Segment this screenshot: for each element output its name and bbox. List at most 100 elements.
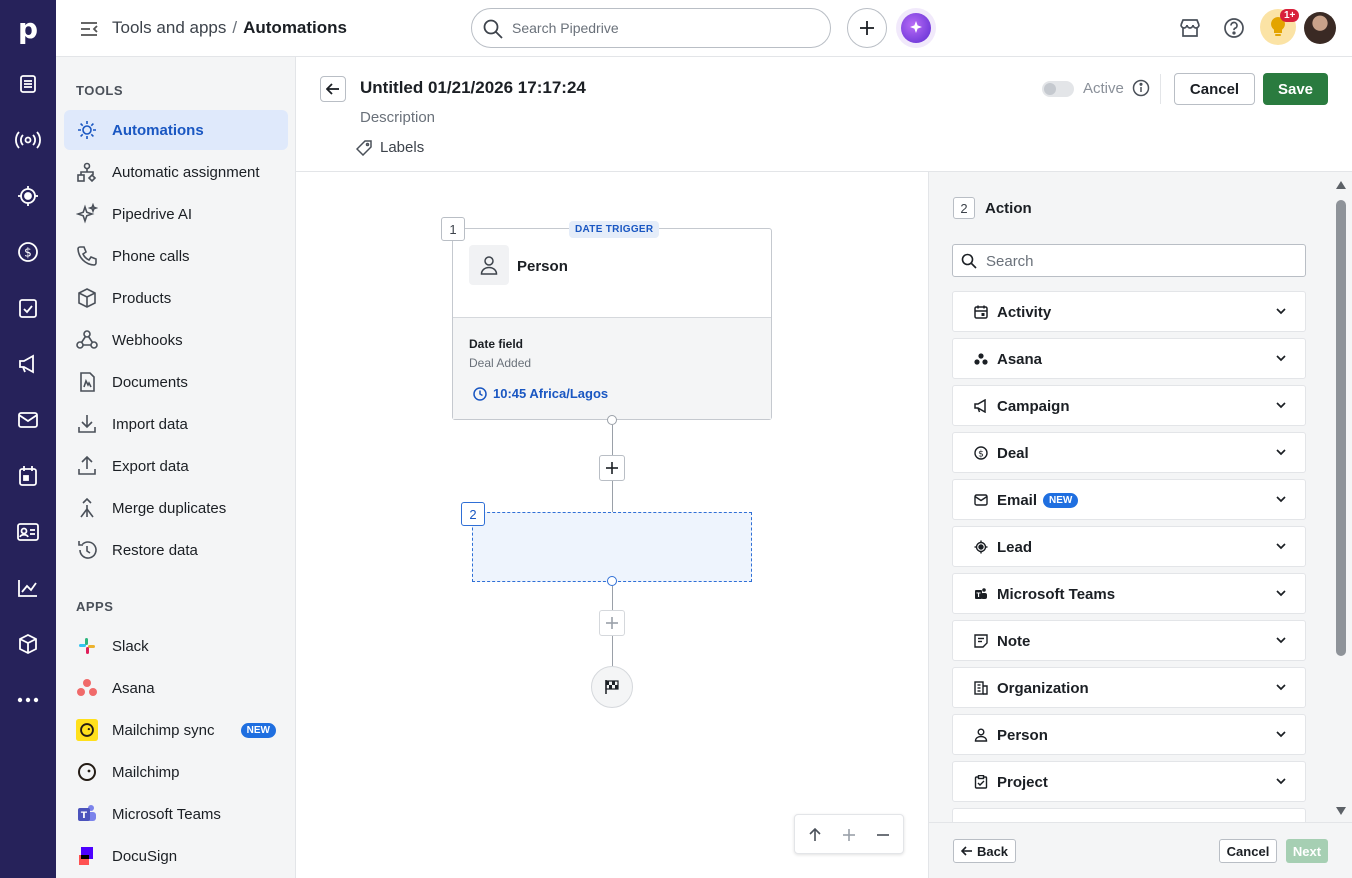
contacts-icon[interactable] <box>14 518 42 546</box>
campaigns-icon[interactable] <box>14 350 42 378</box>
sidebar-item-documents[interactable]: Documents <box>64 362 288 402</box>
action-item-lead[interactable]: Lead <box>952 526 1306 567</box>
trigger-card[interactable]: Person Date field Deal Added 10:45 Afric… <box>452 228 772 420</box>
labels-button[interactable]: Labels <box>356 139 424 156</box>
action-item-label: Activity <box>997 304 1052 321</box>
add-step-button-disabled[interactable] <box>599 610 625 636</box>
panel-cancel-button[interactable]: Cancel <box>1219 839 1277 863</box>
sidebar-item-restore-data[interactable]: Restore data <box>64 530 288 570</box>
sidebar-item-slack[interactable]: Slack <box>64 626 288 666</box>
action-item-microsoft-teams[interactable]: T Microsoft Teams <box>952 573 1306 614</box>
target-icon[interactable] <box>14 182 42 210</box>
sidebar-item-automations[interactable]: Automations <box>64 110 288 150</box>
add-step-button[interactable] <box>599 455 625 481</box>
calendar-icon[interactable] <box>14 462 42 490</box>
chevron-down-icon <box>1276 355 1286 362</box>
teams-icon: T <box>76 803 98 825</box>
action-item-campaign[interactable]: Campaign <box>952 385 1306 426</box>
asana-icon <box>973 351 989 367</box>
arrow-left-icon <box>960 846 972 856</box>
workflow-canvas[interactable]: Person Date field Deal Added 10:45 Afric… <box>296 172 928 878</box>
cancel-button[interactable]: Cancel <box>1174 73 1255 105</box>
action-item-asana[interactable]: Asana <box>952 338 1306 379</box>
action-search-input[interactable]: Search <box>952 244 1306 277</box>
active-toggle[interactable] <box>1042 81 1074 97</box>
sidebar-item-mailchimp[interactable]: Mailchimp <box>64 752 288 792</box>
back-button[interactable]: Back <box>953 839 1016 863</box>
action-item-organization[interactable]: Organization <box>952 667 1306 708</box>
mail-icon[interactable] <box>14 406 42 434</box>
sidebar-item-pipedrive-ai[interactable]: Pipedrive AI <box>64 194 288 234</box>
action-item-note[interactable]: Note <box>952 620 1306 661</box>
sidebar-item-automatic-assignment[interactable]: Automatic assignment <box>64 152 288 192</box>
back-button[interactable] <box>320 76 346 102</box>
leads-icon[interactable] <box>14 70 42 98</box>
sidebar-item-label: Export data <box>112 458 189 475</box>
products-icon[interactable] <box>14 630 42 658</box>
pipedrive-logo[interactable]: p <box>0 0 56 56</box>
sidebar-item-label: Restore data <box>112 542 198 559</box>
breadcrumb-parent[interactable]: Tools and apps <box>112 18 226 37</box>
chevron-down-icon <box>1276 449 1286 456</box>
action-item-deal[interactable]: $ Deal <box>952 432 1306 473</box>
connector-line <box>612 636 613 666</box>
action-search-placeholder: Search <box>986 253 1034 270</box>
automation-title[interactable]: Untitled 01/21/2026 17:17:24 <box>360 78 586 98</box>
scroll-down-icon[interactable] <box>1335 806 1347 816</box>
action-panel: 2 Action Search Activity Asana Campaign … <box>928 172 1352 878</box>
sidebar-item-merge-duplicates[interactable]: Merge duplicates <box>64 488 288 528</box>
quick-add-button[interactable] <box>847 8 887 48</box>
sidebar-item-docusign[interactable]: DocuSign <box>64 836 288 876</box>
sidebar-item-import-data[interactable]: Import data <box>64 404 288 444</box>
marketplace-icon[interactable] <box>1178 16 1202 40</box>
dollar-icon: $ <box>973 445 989 461</box>
zoom-out-icon[interactable] <box>873 825 893 845</box>
action-placeholder[interactable] <box>472 512 752 582</box>
new-badge: NEW <box>1043 493 1079 508</box>
ai-assistant-button[interactable] <box>896 8 936 48</box>
tasks-icon[interactable] <box>14 294 42 322</box>
scrollbar-thumb[interactable] <box>1336 200 1346 656</box>
automations-icon <box>76 119 98 141</box>
deals-icon[interactable]: $ <box>14 238 42 266</box>
sidebar-item-mailchimp-sync[interactable]: Mailchimp sync NEW <box>64 710 288 750</box>
phone-icon <box>76 245 98 267</box>
description-field[interactable]: Description <box>360 109 435 126</box>
insights-icon[interactable] <box>14 574 42 602</box>
avatar[interactable] <box>1304 12 1336 44</box>
sidebar-item-phone-calls[interactable]: Phone calls <box>64 236 288 276</box>
help-icon[interactable] <box>1222 16 1246 40</box>
info-icon[interactable] <box>1132 79 1150 97</box>
radio-icon[interactable] <box>14 126 42 154</box>
action-item-project[interactable]: Project <box>952 761 1306 802</box>
next-button[interactable]: Next <box>1286 839 1328 863</box>
chevron-down-icon <box>1276 308 1286 315</box>
more-icon[interactable] <box>14 686 42 714</box>
global-search-input[interactable]: Search Pipedrive <box>471 8 831 48</box>
sidebar-item-export-data[interactable]: Export data <box>64 446 288 486</box>
svg-text:$: $ <box>24 246 32 260</box>
sidebar-item-products[interactable]: Products <box>64 278 288 318</box>
mailchimp-icon <box>76 719 98 741</box>
arrow-up-icon[interactable] <box>805 825 825 845</box>
sidebar-item-asana[interactable]: Asana <box>64 668 288 708</box>
action-item-email[interactable]: Email NEW <box>952 479 1306 520</box>
global-search-placeholder: Search Pipedrive <box>512 20 619 36</box>
collapse-menu-icon[interactable] <box>78 18 100 40</box>
sidebar-item-microsoft-teams[interactable]: T Microsoft Teams <box>64 794 288 834</box>
teams-icon: T <box>973 586 989 602</box>
project-icon <box>973 774 989 790</box>
zoom-in-icon[interactable] <box>839 825 859 845</box>
sidebar-item-webhooks[interactable]: Webhooks <box>64 320 288 360</box>
action-item-partial[interactable] <box>952 808 1306 822</box>
panel-step-number: 2 <box>953 197 975 219</box>
action-item-person[interactable]: Person <box>952 714 1306 755</box>
tools-sidebar: TOOLS Automations Automatic assignment P… <box>56 57 296 878</box>
sidebar-item-label: Phone calls <box>112 248 190 265</box>
docusign-icon <box>76 845 98 867</box>
scroll-up-icon[interactable] <box>1335 180 1347 190</box>
save-button[interactable]: Save <box>1263 73 1328 105</box>
action-item-activity[interactable]: Activity <box>952 291 1306 332</box>
panel-scrollbar[interactable] <box>1335 180 1347 820</box>
active-label: Active <box>1083 80 1124 97</box>
